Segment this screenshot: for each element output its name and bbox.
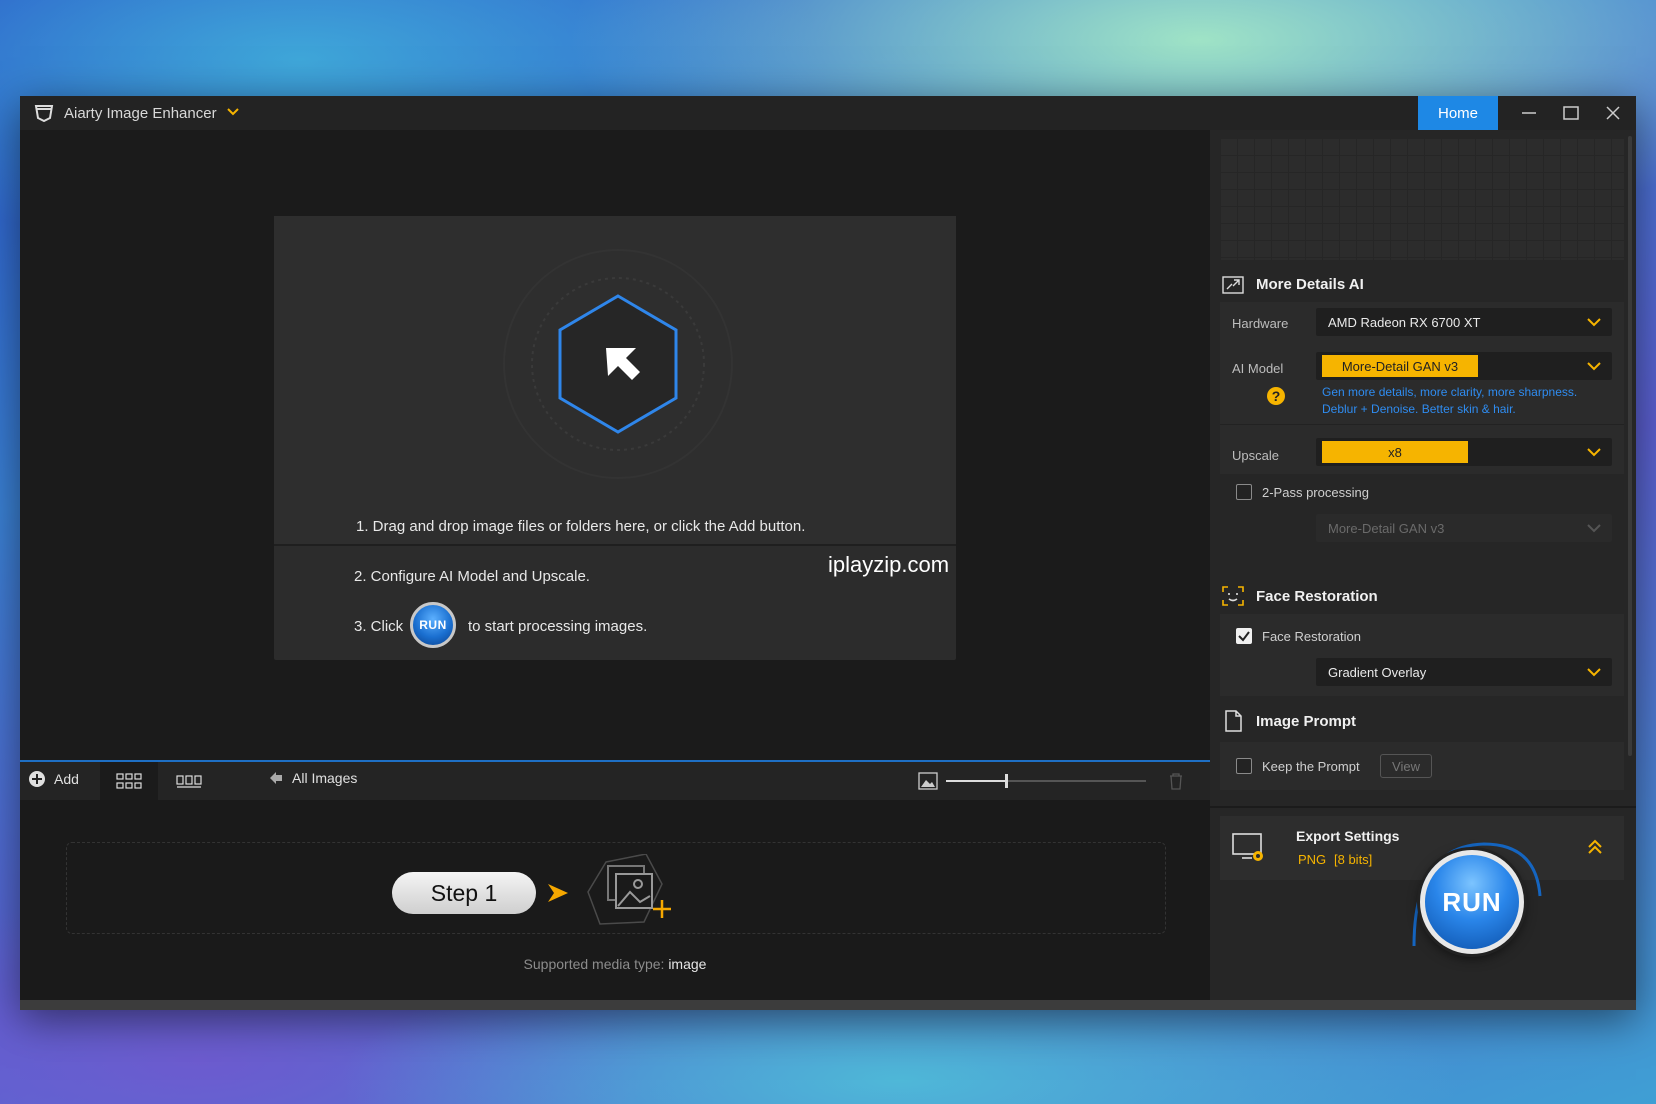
more-details-title: More Details AI: [1256, 275, 1364, 293]
export-format: PNG: [1298, 852, 1327, 867]
enhance-icon: [1222, 276, 1244, 294]
step-badge: Step 1: [392, 872, 536, 914]
drop-panel[interactable]: 1. Drag and drop image files or folders …: [274, 216, 956, 660]
all-images-label: All Images: [292, 770, 358, 786]
upscale-label: Upscale: [1232, 448, 1279, 463]
face-restoration-header: Face Restoration: [1222, 586, 1378, 606]
app-logo-icon: [34, 105, 54, 122]
instruction-step3-suffix: to start processing images.: [468, 618, 648, 635]
export-settings-icon: [1232, 833, 1263, 861]
hardware-select[interactable]: AMD Radeon RX 6700 XT: [1316, 308, 1612, 336]
upscale-value: x8: [1322, 441, 1468, 463]
hardware-label: Hardware: [1232, 316, 1289, 331]
chevron-double-up-icon[interactable]: [1586, 838, 1604, 856]
divider: [1220, 424, 1624, 425]
two-pass-label: 2-Pass processing: [1262, 485, 1369, 500]
zoom-fill: [946, 780, 1006, 782]
preview-thumbnail-grid: [1220, 138, 1624, 260]
image-prompt-header: Image Prompt: [1222, 710, 1356, 732]
face-restoration-checkbox[interactable]: [1236, 628, 1252, 644]
ai-model-value: More-Detail GAN v3: [1322, 355, 1478, 377]
thumbnail-zoom-slider[interactable]: [946, 774, 1146, 788]
title-bar: Aiarty Image Enhancer Home: [20, 96, 1636, 130]
supported-media-text: Supported media type: image: [20, 956, 1210, 972]
two-pass-row: 2-Pass processing More-Detail GAN v3: [1220, 474, 1624, 546]
chevron-down-icon: [1587, 668, 1601, 677]
thumbnail-area[interactable]: Step 1 Supported media type: image: [20, 800, 1210, 1000]
ai-model-select[interactable]: More-Detail GAN v3: [1316, 352, 1612, 380]
run-mini-icon: RUN: [410, 602, 456, 648]
face-scan-icon: [1222, 586, 1244, 606]
supported-prefix: Supported media type:: [523, 956, 665, 972]
app-window: Aiarty Image Enhancer Home 1. Drag and d…: [20, 96, 1636, 1010]
chevron-down-icon: [1587, 448, 1601, 457]
zoom-thumb[interactable]: [1005, 774, 1008, 788]
hint-line2: Deblur + Denoise. Better skin & hair.: [1322, 402, 1516, 416]
grid-view-button[interactable]: [100, 762, 158, 800]
chevron-down-icon: [1587, 362, 1601, 371]
svg-text:?: ?: [1272, 388, 1281, 404]
chevron-down-icon: [1587, 318, 1601, 327]
filmstrip-view-icon: [176, 775, 202, 788]
checkmark-icon: [1238, 631, 1250, 642]
status-strip: [20, 1000, 1636, 1010]
two-pass-model-select[interactable]: More-Detail GAN v3: [1316, 514, 1612, 542]
more-details-panel: Hardware AMD Radeon RX 6700 XT AI Model …: [1220, 302, 1624, 546]
two-pass-checkbox[interactable]: [1236, 484, 1252, 500]
help-icon[interactable]: ?: [1266, 386, 1286, 406]
divider: [1210, 806, 1636, 808]
grid-view-icon: [116, 773, 142, 789]
keep-prompt-label: Keep the Prompt: [1262, 759, 1360, 774]
add-image-icon[interactable]: [586, 854, 678, 928]
export-bits: [8 bits]: [1334, 852, 1373, 867]
chevron-down-icon[interactable]: [226, 105, 240, 119]
hardware-value: AMD Radeon RX 6700 XT: [1328, 314, 1481, 330]
drop-target[interactable]: 1. Drag and drop image files or folders …: [274, 216, 956, 544]
image-prompt-title: Image Prompt: [1256, 712, 1357, 730]
ai-model-hint: Gen more details, more clarity, more sha…: [1322, 384, 1577, 418]
minimize-icon[interactable]: [1514, 102, 1544, 124]
drop-hexagon-icon: [503, 249, 733, 479]
hint-line1: Gen more details, more clarity, more sha…: [1322, 385, 1578, 399]
watermark-text: iplayzip.com: [828, 552, 950, 577]
view-prompt-button[interactable]: View: [1380, 754, 1432, 778]
home-button[interactable]: Home: [1418, 96, 1498, 130]
chevron-down-icon: [1587, 524, 1601, 533]
keep-prompt-checkbox[interactable]: [1236, 758, 1252, 774]
trash-icon[interactable]: [1168, 772, 1184, 790]
add-button[interactable]: Add: [28, 770, 79, 788]
upscale-select[interactable]: x8: [1316, 438, 1612, 466]
two-pass-model-value: More-Detail GAN v3: [1328, 520, 1445, 536]
face-restoration-label: Face Restoration: [1262, 629, 1361, 644]
add-label: Add: [54, 771, 79, 787]
close-icon[interactable]: [1598, 102, 1628, 124]
face-mode-select[interactable]: Gradient Overlay: [1316, 658, 1612, 686]
instruction-step2: 2. Configure AI Model and Upscale.: [354, 568, 590, 585]
divider: [274, 544, 956, 546]
sidebar-scrollbar[interactable]: [1628, 136, 1632, 756]
ai-model-label: AI Model: [1232, 361, 1284, 376]
document-icon: [1225, 710, 1242, 732]
image-size-icon: [918, 772, 938, 790]
maximize-icon[interactable]: [1556, 102, 1586, 124]
add-circle-icon: [29, 771, 45, 787]
arrow-right-icon: [548, 884, 568, 902]
main-workspace[interactable]: 1. Drag and drop image files or folders …: [20, 130, 1210, 760]
filmstrip-view-button[interactable]: [160, 762, 218, 800]
run-button[interactable]: RUN: [1420, 850, 1524, 954]
face-restoration-title: Face Restoration: [1256, 587, 1378, 605]
instruction-step3-prefix: 3. Click: [354, 618, 404, 635]
face-restoration-panel: Face Restoration Gradient Overlay: [1220, 614, 1624, 696]
more-details-header: More Details AI: [1222, 274, 1364, 294]
instruction-step1: 1. Drag and drop image files or folders …: [356, 518, 806, 535]
arrow-left-icon: [270, 772, 282, 784]
all-images-filter[interactable]: All Images: [268, 770, 357, 786]
export-title: Export Settings: [1296, 828, 1400, 844]
app-title: Aiarty Image Enhancer: [64, 105, 217, 122]
face-mode-value: Gradient Overlay: [1328, 664, 1427, 680]
image-toolbar: Add All Images: [20, 760, 1210, 800]
supported-type: image: [668, 956, 707, 972]
image-prompt-panel: Keep the Prompt View: [1220, 742, 1624, 790]
